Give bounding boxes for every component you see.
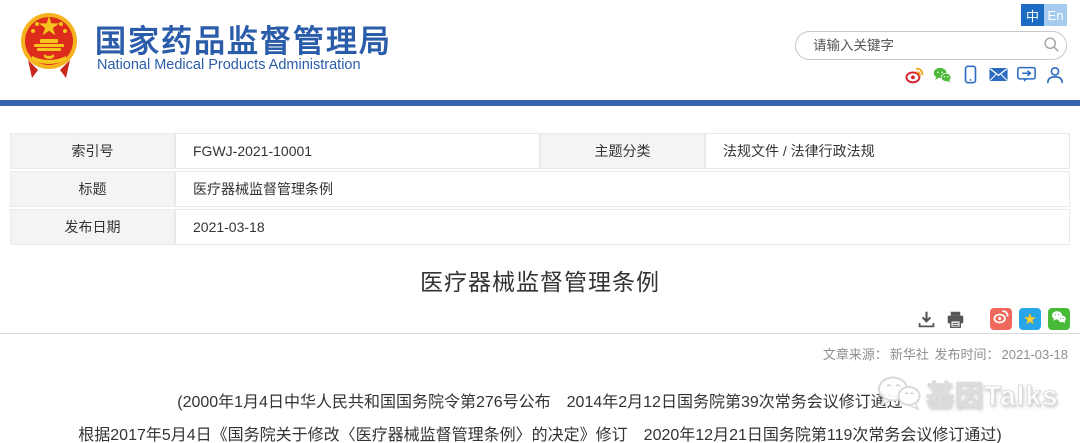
article-tools-row: ★ [915, 308, 1070, 330]
site-title: 国家药品监督管理局 [95, 16, 392, 61]
search-button[interactable] [1036, 31, 1066, 60]
index-number-value: FGWJ-2021-10001 [175, 133, 540, 169]
title-value: 医疗器械监督管理条例 [175, 171, 1070, 207]
index-number-label: 索引号 [10, 133, 175, 169]
wechat-share-icon [1051, 310, 1067, 329]
social-icons-row [905, 65, 1064, 84]
print-button[interactable] [944, 308, 966, 330]
qzone-star-icon: ★ [1023, 312, 1036, 327]
publish-date-value: 2021-03-18 [175, 209, 1070, 245]
search-icon [1043, 36, 1060, 56]
source-value: 新华社 [890, 347, 929, 362]
article-title: 医疗器械监督管理条例 [0, 263, 1080, 297]
topic-category-value: 法规文件 / 法律行政法规 [705, 133, 1070, 169]
site-subtitle: National Medical Products Administration [97, 57, 361, 73]
message-icon[interactable] [1017, 65, 1036, 84]
time-value: 2021-03-18 [1002, 347, 1069, 362]
article-meta: 文章来源：新华社 发布时间：2021-03-18 [821, 344, 1068, 363]
share-weibo-button[interactable] [990, 308, 1012, 330]
page: 国家药品监督管理局 National Medical Products Admi… [0, 0, 1080, 443]
share-wechat-button[interactable] [1048, 308, 1070, 330]
language-toggle: 中 En [1021, 4, 1067, 26]
lang-zh-button[interactable]: 中 [1021, 4, 1044, 26]
wechat-icon[interactable] [933, 65, 952, 84]
publish-date-label: 发布日期 [10, 209, 175, 245]
national-emblem-logo [20, 8, 78, 82]
topic-category-label: 主题分类 [540, 133, 705, 169]
user-icon[interactable] [1045, 65, 1064, 84]
article-body: (2000年1月4日中华人民共和国国务院令第276号公布 2014年2月12日国… [0, 389, 1080, 443]
site-header: 国家药品监督管理局 National Medical Products Admi… [0, 0, 1080, 100]
time-label: 发布时间： [934, 347, 999, 362]
download-button[interactable] [915, 308, 937, 330]
source-label: 文章来源： [823, 347, 888, 362]
mobile-icon[interactable] [961, 65, 980, 84]
weibo-share-icon [993, 309, 1009, 329]
search-box [795, 31, 1067, 60]
table-row: 索引号 FGWJ-2021-10001 主题分类 法规文件 / 法律行政法规 [10, 133, 1070, 169]
search-input[interactable] [796, 38, 1036, 53]
lang-en-button[interactable]: En [1044, 4, 1067, 26]
table-row: 发布日期 2021-03-18 [10, 209, 1070, 245]
body-line-2: 根据2017年5月4日《国务院关于修改〈医疗器械监督管理条例〉的决定》修订 20… [0, 422, 1080, 443]
title-label: 标题 [10, 171, 175, 207]
weibo-icon[interactable] [905, 65, 924, 84]
table-row: 标题 医疗器械监督管理条例 [10, 171, 1070, 207]
header-divider-bar [0, 100, 1080, 106]
article-divider [0, 333, 1080, 334]
share-qzone-button[interactable]: ★ [1019, 308, 1041, 330]
body-line-1: (2000年1月4日中华人民共和国国务院令第276号公布 2014年2月12日国… [0, 389, 1080, 417]
mail-icon[interactable] [989, 65, 1008, 84]
document-info-table: 索引号 FGWJ-2021-10001 主题分类 法规文件 / 法律行政法规 标… [10, 131, 1070, 247]
